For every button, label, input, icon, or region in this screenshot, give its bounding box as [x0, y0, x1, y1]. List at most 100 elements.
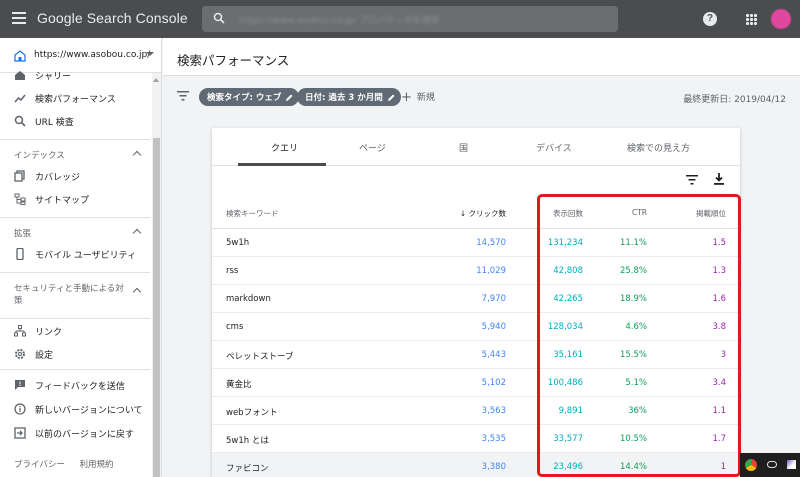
cell-query: markdown: [226, 294, 271, 304]
sidebar-item-old-version[interactable]: 以前のバージョンに戻す: [0, 422, 150, 444]
scroll-up-arrow-icon[interactable]: [153, 78, 159, 82]
divider: [0, 318, 150, 319]
home-icon: [15, 71, 25, 80]
sidebar-footer: プライバシー 利用規約: [14, 458, 126, 470]
sidebar-item-label: モバイル ユーザビリティ: [35, 251, 137, 261]
sidebar-item-feedback[interactable]: フィードバックを送信: [0, 374, 150, 396]
tab-devices[interactable]: デバイス: [536, 141, 572, 154]
sidebar-item-label: リンク: [35, 328, 63, 338]
dimension-tabs: クエリ ページ 国 デバイス 検索での見え方: [212, 128, 740, 166]
download-icon[interactable]: [714, 173, 724, 185]
plus-icon: +: [401, 90, 412, 105]
divider: [0, 139, 150, 140]
tab-search-appearance[interactable]: 検索での見え方: [627, 141, 690, 154]
sidebar-item-summary[interactable]: シャリー: [0, 64, 150, 86]
cell-query: 黄金比: [226, 380, 252, 390]
app-tray-icon[interactable]: [787, 460, 796, 469]
section-index-title[interactable]: インデックス: [14, 149, 65, 161]
cell-query: rss: [226, 266, 239, 276]
cell-query: 5w1h とは: [226, 436, 269, 446]
filter-bar: 検索タイプ: ウェブ 日付: 過去 3 か月間 + 新規 最終更新日: 2019/…: [163, 77, 800, 117]
search-input[interactable]: https://www.asobou.co.jp/ プロパティ内を検索: [202, 6, 618, 32]
copy-icon: [14, 170, 25, 182]
chip-label: 検索タイプ: ウェブ: [207, 93, 282, 103]
cell-clicks: 14,570: [476, 238, 506, 248]
sidebar-item-label: 新しいバージョンについて: [35, 406, 143, 416]
sidebar-item-label: フィードバックを送信: [35, 382, 125, 392]
apps-grid-icon[interactable]: [746, 14, 757, 25]
divider: [0, 217, 150, 218]
sidebar-item-url-inspection[interactable]: URL 検査: [0, 110, 150, 132]
privacy-link[interactable]: プライバシー: [14, 460, 65, 470]
search-value: https://www.asobou.co.jp/ プロパティ内を検索: [240, 16, 440, 26]
sort-arrow-down-icon: ↓: [459, 209, 467, 218]
page-title: 検索パフォーマンス: [177, 53, 290, 68]
cell-clicks: 3,563: [481, 406, 506, 416]
annotation-highlight-box: [537, 194, 741, 477]
info-icon: [14, 403, 26, 415]
sidebar-scrollbar-thumb[interactable]: [153, 138, 160, 477]
sitemap-icon: [14, 193, 26, 205]
sidebar-item-about-new[interactable]: 新しいバージョンについて: [0, 398, 150, 420]
cell-query: 5w1h: [226, 238, 250, 248]
sidebar-item-mobile-usability[interactable]: モバイル ユーザビリティ: [0, 243, 150, 265]
chip-label: 日付: 過去 3 か月間: [305, 93, 383, 103]
terms-link[interactable]: 利用規約: [80, 460, 114, 470]
cell-clicks: 7,970: [481, 294, 506, 304]
chevron-up-icon[interactable]: [132, 228, 142, 238]
chevron-down-icon: [146, 52, 154, 56]
cell-query: ファビコン: [226, 464, 269, 474]
cell-clicks: 5,940: [481, 322, 506, 332]
sidebar-item-links[interactable]: リンク: [0, 320, 150, 342]
sidebar-item-coverage[interactable]: カバレッジ: [0, 165, 150, 187]
search-icon: [213, 12, 225, 24]
sidebar-item-sitemap[interactable]: サイトマップ: [0, 188, 150, 210]
tab-pages[interactable]: ページ: [359, 141, 386, 154]
section-security-title[interactable]: セキュリティと手動による対策: [14, 283, 126, 307]
property-icon: [14, 50, 26, 62]
sidebar-item-performance[interactable]: 検索パフォーマンス: [0, 87, 150, 109]
new-filter-button[interactable]: + 新規: [401, 90, 435, 105]
new-filter-label: 新規: [416, 93, 435, 103]
smartphone-icon: [16, 248, 24, 260]
menu-icon[interactable]: [12, 12, 26, 24]
filter-icon[interactable]: [177, 91, 189, 101]
avatar[interactable]: [771, 9, 791, 29]
link-icon[interactable]: [767, 461, 777, 468]
link-tree-icon: [14, 325, 26, 337]
sidebar-item-label: サイトマップ: [35, 196, 90, 206]
cell-clicks: 3,535: [481, 434, 506, 444]
system-tray: [740, 453, 800, 477]
sidebar: https://www.asobou.co.jp/ シャリー 検索パフォーマンス…: [0, 38, 162, 477]
help-icon[interactable]: ?: [703, 12, 717, 26]
chevron-down-icon[interactable]: [132, 287, 142, 297]
property-url: https://www.asobou.co.jp/: [34, 50, 151, 60]
edit-pencil-icon: [286, 94, 293, 101]
app-title: Google Search Console: [37, 10, 188, 26]
chrome-icon[interactable]: [745, 459, 757, 471]
top-app-bar: Google Search Console https://www.asobou…: [0, 0, 800, 38]
sidebar-item-label: 検索パフォーマンス: [35, 95, 116, 105]
sidebar-item-label: シャリー: [35, 72, 72, 82]
tab-queries[interactable]: クエリ: [271, 141, 298, 154]
table-filter-icon[interactable]: [686, 175, 698, 185]
sidebar-item-label: 以前のバージョンに戻す: [35, 430, 134, 440]
edit-pencil-icon: [387, 94, 395, 101]
cell-clicks: 5,102: [481, 378, 506, 388]
sidebar-item-label: 設定: [35, 351, 54, 361]
cell-clicks: 5,443: [481, 350, 506, 360]
chevron-up-icon[interactable]: [132, 150, 142, 160]
column-query[interactable]: 検索キーワード: [226, 208, 279, 219]
search-icon: [14, 115, 26, 127]
tab-countries[interactable]: 国: [459, 141, 468, 154]
sidebar-item-settings[interactable]: 設定: [0, 343, 150, 365]
search-type-chip[interactable]: 検索タイプ: ウェブ: [199, 88, 300, 106]
date-range-chip[interactable]: 日付: 過去 3 か月間: [297, 88, 401, 106]
exit-icon: [14, 427, 26, 439]
sidebar-item-label: カバレッジ: [35, 173, 81, 183]
column-clicks[interactable]: ↓ クリック数: [460, 208, 506, 219]
cell-query: ペレットストーブ: [226, 352, 294, 362]
trending-up-icon: [14, 94, 26, 103]
section-enhancements-title[interactable]: 拡張: [14, 227, 31, 239]
sidebar-item-label: URL 検査: [35, 118, 74, 128]
